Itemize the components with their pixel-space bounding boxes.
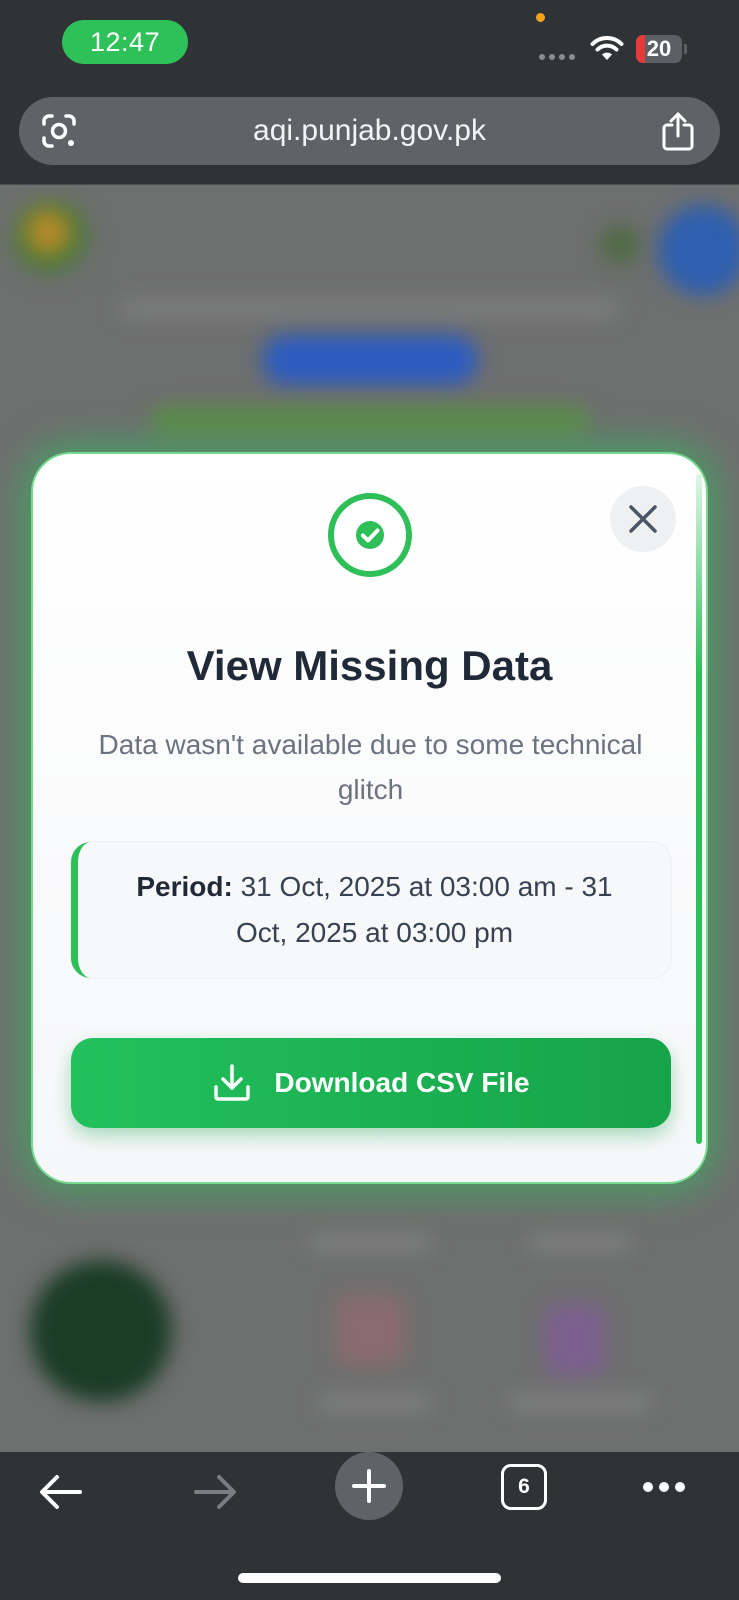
- bg-label: [530, 1235, 630, 1249]
- address-bar[interactable]: aqi.punjab.gov.pk: [19, 97, 720, 165]
- url-text[interactable]: aqi.punjab.gov.pk: [109, 97, 630, 165]
- battery-level: 20: [646, 36, 672, 61]
- bg-card-purple: [545, 1305, 605, 1375]
- modal-scrollbar[interactable]: [696, 474, 702, 1144]
- bg-label: [510, 1395, 650, 1409]
- status-bar: 12:47 20: [0, 0, 739, 90]
- site-logo: [12, 200, 92, 280]
- orange-dot-indicator: [536, 13, 545, 22]
- status-time: 12:47: [62, 20, 188, 64]
- bg-green-strip: [150, 405, 590, 435]
- modal-description: Data wasn't available due to some techni…: [98, 729, 643, 805]
- home-indicator[interactable]: [238, 1573, 501, 1583]
- download-icon: [214, 1064, 251, 1101]
- bg-text-line: [120, 300, 620, 318]
- check-circle-icon: [328, 493, 412, 577]
- bg-label: [320, 1395, 430, 1409]
- download-label: Download CSV File: [274, 1067, 530, 1098]
- modal-title: View Missing Data: [186, 642, 553, 689]
- bg-dark-circle: [30, 1260, 172, 1402]
- more-icon[interactable]: [642, 1480, 686, 1494]
- bg-small-logo: [600, 225, 640, 265]
- bg-card-pink: [335, 1295, 405, 1365]
- new-tab-button[interactable]: [335, 1452, 403, 1520]
- tabs-button[interactable]: 6: [501, 1464, 547, 1510]
- share-icon[interactable]: [660, 111, 696, 151]
- missing-data-modal: View Missing Data Data wasn't available …: [31, 452, 708, 1184]
- close-icon: [629, 505, 657, 533]
- forward-arrow-icon[interactable]: [192, 1472, 238, 1512]
- period-label: Period:: [136, 871, 233, 902]
- bg-blue-button: [262, 335, 478, 385]
- back-arrow-icon[interactable]: [38, 1472, 84, 1512]
- period-value: 31 Oct, 2025 at 03:00 am - 31 Oct, 2025 …: [235, 871, 613, 948]
- google-lens-icon[interactable]: [41, 113, 77, 149]
- period-text: Period: 31 Oct, 2025 at 03:00 am - 31 Oc…: [118, 864, 631, 956]
- wifi-icon: [590, 36, 624, 60]
- close-button[interactable]: [610, 486, 676, 552]
- avatar: [658, 205, 739, 295]
- battery-icon: 20: [636, 35, 687, 63]
- plus-icon: [352, 1469, 386, 1503]
- period-box: Period: 31 Oct, 2025 at 03:00 am - 31 Oc…: [71, 842, 671, 978]
- signal-dots-icon: [539, 54, 575, 60]
- bg-label: [310, 1235, 430, 1249]
- download-csv-button[interactable]: Download CSV File: [71, 1038, 671, 1128]
